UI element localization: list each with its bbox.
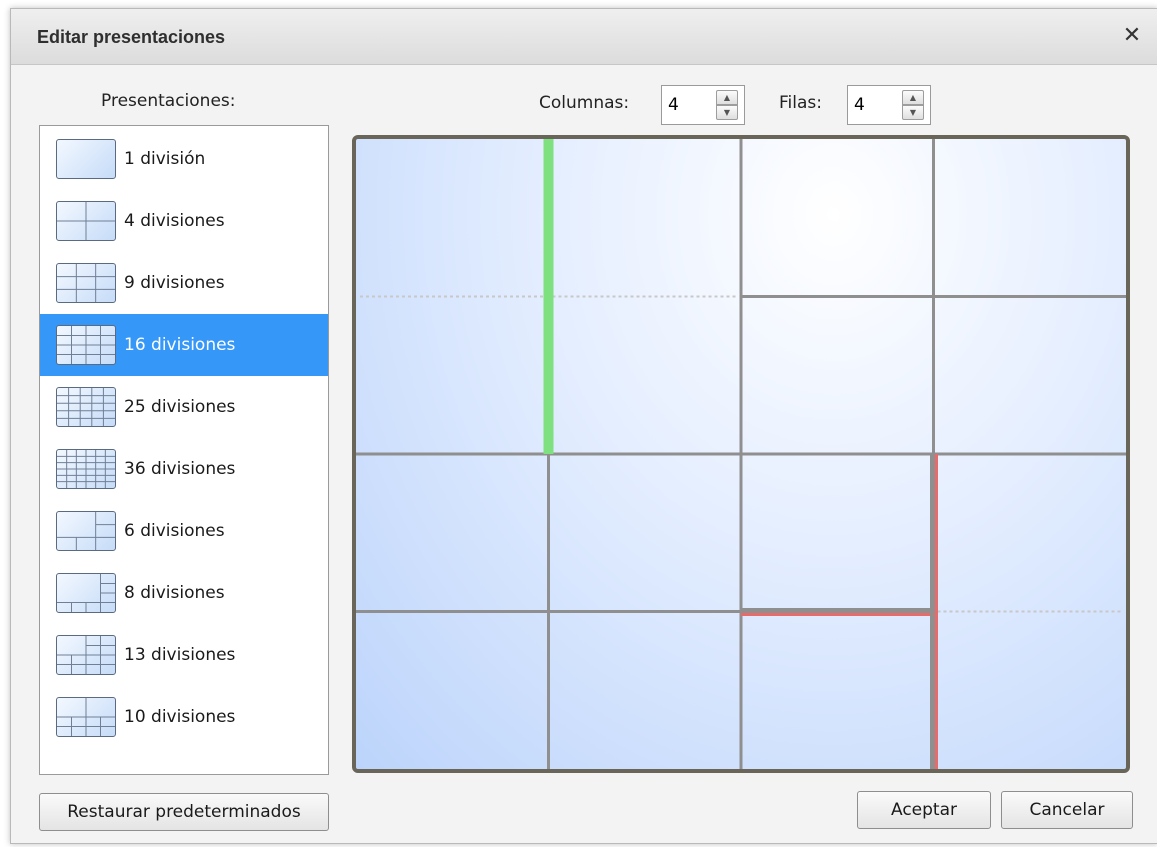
layout-item-label: 10 divisiones xyxy=(124,707,236,727)
layout-item[interactable]: 16 divisiones xyxy=(40,314,328,376)
layout-thumbnail-icon xyxy=(56,387,116,427)
columns-input[interactable] xyxy=(662,86,708,124)
edit-layouts-dialog: Editar presentaciones ✕ Presentaciones: … xyxy=(10,8,1157,844)
close-icon[interactable]: ✕ xyxy=(1119,23,1145,49)
layout-item-label: 1 división xyxy=(124,149,206,169)
cancel-button[interactable]: Cancelar xyxy=(1001,791,1133,829)
columns-spinner[interactable]: ▲ ▼ xyxy=(661,85,745,125)
layout-item[interactable]: 6 divisiones xyxy=(40,500,328,562)
layout-thumbnail-icon xyxy=(56,573,116,613)
layout-editor-canvas[interactable] xyxy=(352,135,1130,773)
layout-item[interactable]: 1 división xyxy=(40,128,328,190)
layout-item-label: 36 divisiones xyxy=(124,459,236,479)
rows-increment-button[interactable]: ▲ xyxy=(902,90,924,105)
layout-thumbnail-icon xyxy=(56,697,116,737)
presets-label: Presentaciones: xyxy=(101,91,236,111)
rows-input[interactable] xyxy=(848,86,894,124)
layout-item-label: 16 divisiones xyxy=(124,335,236,355)
layout-thumbnail-icon xyxy=(56,511,116,551)
layout-grid-svg[interactable] xyxy=(356,139,1126,769)
accept-button[interactable]: Aceptar xyxy=(857,791,991,829)
layout-thumbnail-icon xyxy=(56,325,116,365)
layout-item[interactable]: 8 divisiones xyxy=(40,562,328,624)
layout-item-label: 8 divisiones xyxy=(124,583,225,603)
layout-item[interactable]: 9 divisiones xyxy=(40,252,328,314)
layout-item[interactable]: 13 divisiones xyxy=(40,624,328,686)
layout-item-label: 13 divisiones xyxy=(124,645,236,665)
layout-item-label: 4 divisiones xyxy=(124,211,225,231)
columns-label: Columnas: xyxy=(539,93,630,113)
rows-label: Filas: xyxy=(779,93,822,113)
title-bar[interactable]: Editar presentaciones ✕ xyxy=(11,9,1157,65)
layout-item[interactable]: 36 divisiones xyxy=(40,438,328,500)
layout-thumbnail-icon xyxy=(56,201,116,241)
rows-spinner[interactable]: ▲ ▼ xyxy=(847,85,931,125)
layout-item-label: 9 divisiones xyxy=(124,273,225,293)
dialog-title: Editar presentaciones xyxy=(37,27,226,47)
columns-decrement-button[interactable]: ▼ xyxy=(716,105,738,120)
restore-defaults-button[interactable]: Restaurar predeterminados xyxy=(39,793,329,831)
layout-thumbnail-icon xyxy=(56,635,116,675)
layout-item[interactable]: 10 divisiones xyxy=(40,686,328,748)
layout-thumbnail-icon xyxy=(56,139,116,179)
layout-item-label: 6 divisiones xyxy=(124,521,225,541)
layout-item-label: 25 divisiones xyxy=(124,397,236,417)
split-handle-green[interactable] xyxy=(543,139,554,454)
layout-item[interactable]: 4 divisiones xyxy=(40,190,328,252)
layouts-list[interactable]: 1 división 4 divisiones 9 divisiones 16 div… xyxy=(39,125,329,775)
rows-decrement-button[interactable]: ▼ xyxy=(902,105,924,120)
columns-increment-button[interactable]: ▲ xyxy=(716,90,738,105)
layout-item[interactable]: 25 divisiones xyxy=(40,376,328,438)
layout-thumbnail-icon xyxy=(56,449,116,489)
layout-thumbnail-icon xyxy=(56,263,116,303)
